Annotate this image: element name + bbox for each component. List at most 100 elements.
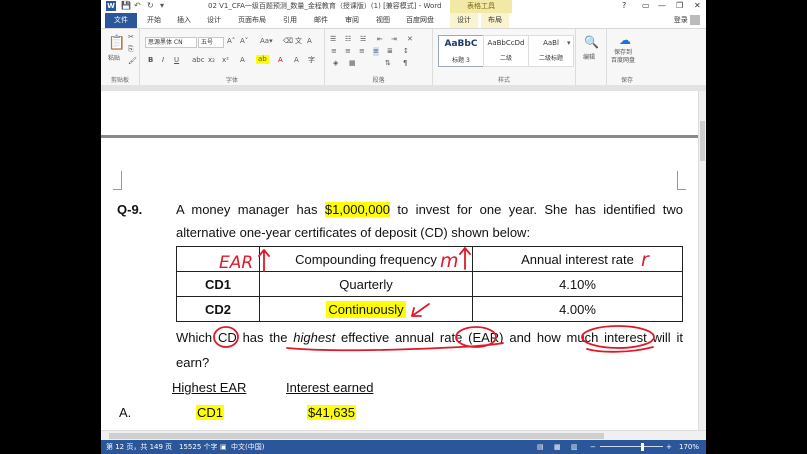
tab-references[interactable]: 引用 xyxy=(279,13,301,28)
user-avatar-icon xyxy=(690,15,700,25)
align-center-icon[interactable]: ≡ xyxy=(345,47,351,56)
align-right-icon[interactable]: ≡ xyxy=(359,47,365,56)
proofing-icon[interactable]: ▣ xyxy=(220,440,227,454)
shrink-font-icon[interactable]: A˅ xyxy=(240,37,248,46)
copy-icon[interactable]: ⎘ xyxy=(128,45,134,54)
quick-access-more-icon[interactable]: ▾ xyxy=(160,0,164,12)
save-icon[interactable]: 💾 xyxy=(121,0,131,12)
font-name-box[interactable]: 思源黑体 CN xyxy=(145,37,197,48)
save-group-label: 保存 xyxy=(620,77,633,84)
cut-icon[interactable]: ✂ xyxy=(128,33,134,42)
title-bar: W 💾 ↶ ↻ ▾ 02 V1_CFA一级百题预测_数量_金程教育（授课版）(1… xyxy=(101,0,706,13)
tab-insert[interactable]: 插入 xyxy=(173,13,195,28)
tab-mailings[interactable]: 邮件 xyxy=(310,13,332,28)
tab-table-layout[interactable]: 布局 xyxy=(481,13,509,28)
strikethrough-icon[interactable]: abc xyxy=(192,56,205,65)
ribbon-display-icon[interactable]: ▭ xyxy=(642,0,650,12)
vertical-scrollbar[interactable] xyxy=(698,91,706,430)
enclose-char-icon[interactable]: 字 xyxy=(308,56,315,65)
multilevel-list-icon[interactable]: ☱ xyxy=(360,35,366,44)
subscript-icon[interactable]: x₂ xyxy=(208,56,215,65)
tab-file[interactable]: 文件 xyxy=(105,13,137,28)
paste-label: 粘贴 xyxy=(108,55,121,62)
word-count[interactable]: 15525 个字 xyxy=(179,440,218,454)
paste-icon[interactable]: 📋 xyxy=(108,35,125,51)
superscript-icon[interactable]: x² xyxy=(222,56,229,65)
clear-format-icon[interactable]: ⌫ xyxy=(283,37,293,46)
chinese-layout-icon[interactable]: ✕ xyxy=(407,35,413,44)
borders-icon[interactable]: ▦ xyxy=(349,59,356,68)
numbering-icon[interactable]: ☷ xyxy=(345,35,351,44)
help-button[interactable]: ? xyxy=(622,0,626,12)
show-marks-icon[interactable]: ¶ xyxy=(403,59,407,68)
change-case-icon[interactable]: Aa▾ xyxy=(260,37,273,46)
bold-icon[interactable]: B xyxy=(148,56,153,65)
format-painter-icon[interactable]: 🖌 xyxy=(128,57,137,66)
tab-baidu[interactable]: 百度网盘 xyxy=(403,13,437,28)
style-level2[interactable]: AaBbCcDd 二级 xyxy=(483,35,529,67)
document-page[interactable]: Q-9. A money manager has $1,000,000 to i… xyxy=(101,91,698,430)
scroll-thumb[interactable] xyxy=(700,121,705,161)
zoom-in-button[interactable]: + xyxy=(666,440,672,454)
distributed-icon[interactable]: ≣ xyxy=(387,47,393,56)
ink-m-label: m xyxy=(440,250,459,272)
save-baidu-label[interactable]: 保存到 百度网盘 xyxy=(611,49,635,65)
tab-view[interactable]: 视图 xyxy=(372,13,394,28)
font-group-label: 字体 xyxy=(225,77,238,84)
style-heading3[interactable]: AaBbC 标题 3 xyxy=(438,35,484,67)
font-color-icon[interactable]: A xyxy=(278,56,283,65)
web-layout-icon[interactable]: ▥ xyxy=(571,440,578,454)
increase-indent-icon[interactable]: ⇥ xyxy=(391,35,397,44)
print-layout-icon[interactable]: ▦ xyxy=(554,440,561,454)
line-spacing-icon[interactable]: ↕ xyxy=(403,47,409,56)
tab-table-design[interactable]: 设计 xyxy=(450,13,478,28)
italic-icon[interactable]: I xyxy=(162,56,164,65)
undo-icon[interactable]: ↶ xyxy=(134,0,141,12)
underline-icon[interactable]: U xyxy=(174,56,179,65)
grow-font-icon[interactable]: A˄ xyxy=(227,37,235,46)
char-shading-icon[interactable]: A xyxy=(294,56,299,65)
phonetic-icon[interactable]: 文 xyxy=(295,37,302,46)
zoom-level[interactable]: 170% xyxy=(679,440,699,454)
language[interactable]: 中文(中国) xyxy=(231,440,264,454)
shading-icon[interactable]: ◈ xyxy=(333,59,338,68)
decrease-indent-icon[interactable]: ⇤ xyxy=(377,35,383,44)
justify-icon[interactable]: ≡ xyxy=(373,47,379,56)
save-group: ☁ 保存到 百度网盘 保存 xyxy=(607,29,647,85)
zoom-out-button[interactable]: − xyxy=(590,440,596,454)
close-button[interactable]: ✕ xyxy=(694,0,701,12)
tab-home[interactable]: 开始 xyxy=(143,13,165,28)
read-mode-icon[interactable]: ▤ xyxy=(537,440,544,454)
scroll-thumb[interactable] xyxy=(109,433,604,439)
paragraph-group-label: 段落 xyxy=(372,77,385,84)
ink-circle-interest xyxy=(581,325,655,349)
minimize-button[interactable]: — xyxy=(658,0,666,12)
document-title: 02 V1_CFA一级百题预测_数量_金程教育（授课版）(1) [兼容模式] -… xyxy=(208,2,442,10)
ribbon: 📋 粘贴 ✂ ⎘ 🖌 剪贴板 思源黑体 CN 五号 A˄ A˅ Aa▾ ⌫ 文 … xyxy=(101,28,706,86)
restore-button[interactable]: ❐ xyxy=(676,0,683,12)
zoom-slider[interactable] xyxy=(600,446,663,447)
sort-icon[interactable]: ⇅ xyxy=(385,59,391,68)
page-count[interactable]: 第 12 页，共 149 页 xyxy=(106,440,172,454)
baidu-cloud-icon[interactable]: ☁ xyxy=(619,33,631,47)
tab-layout-page[interactable]: 页面布局 xyxy=(235,13,269,28)
word-app-icon: W xyxy=(106,1,116,11)
text-effect-icon[interactable]: A xyxy=(240,56,245,65)
highlight-icon[interactable]: ab xyxy=(256,55,269,64)
styles-more-icon[interactable]: ▾ xyxy=(567,39,571,48)
tab-review[interactable]: 审阅 xyxy=(341,13,363,28)
edit-label[interactable]: 编辑 xyxy=(583,53,595,62)
redo-icon[interactable]: ↻ xyxy=(147,0,154,12)
paragraph-group: ☰ ☷ ☱ ⇤ ⇥ ✕ ≡ ≡ ≡ ≡ ≣ ↕ ◈ ▦ ⇅ ¶ 段落 xyxy=(325,29,433,85)
zoom-slider-thumb[interactable] xyxy=(641,443,644,451)
font-size-box[interactable]: 五号 xyxy=(198,37,224,48)
tab-design[interactable]: 设计 xyxy=(203,13,225,28)
login-link[interactable]: 登录 xyxy=(674,13,700,28)
clipboard-group-label: 剪贴板 xyxy=(110,77,129,84)
align-left-icon[interactable]: ≡ xyxy=(331,47,337,56)
char-border-icon[interactable]: A xyxy=(307,37,312,46)
find-icon[interactable]: 🔍 xyxy=(584,35,599,49)
ribbon-tabs: 文件 开始 插入 设计 页面布局 引用 邮件 审阅 视图 百度网盘 设计 布局 … xyxy=(101,13,706,28)
clipboard-group: 📋 粘贴 ✂ ⎘ 🖌 剪贴板 xyxy=(101,29,140,85)
bullets-icon[interactable]: ☰ xyxy=(330,35,336,44)
